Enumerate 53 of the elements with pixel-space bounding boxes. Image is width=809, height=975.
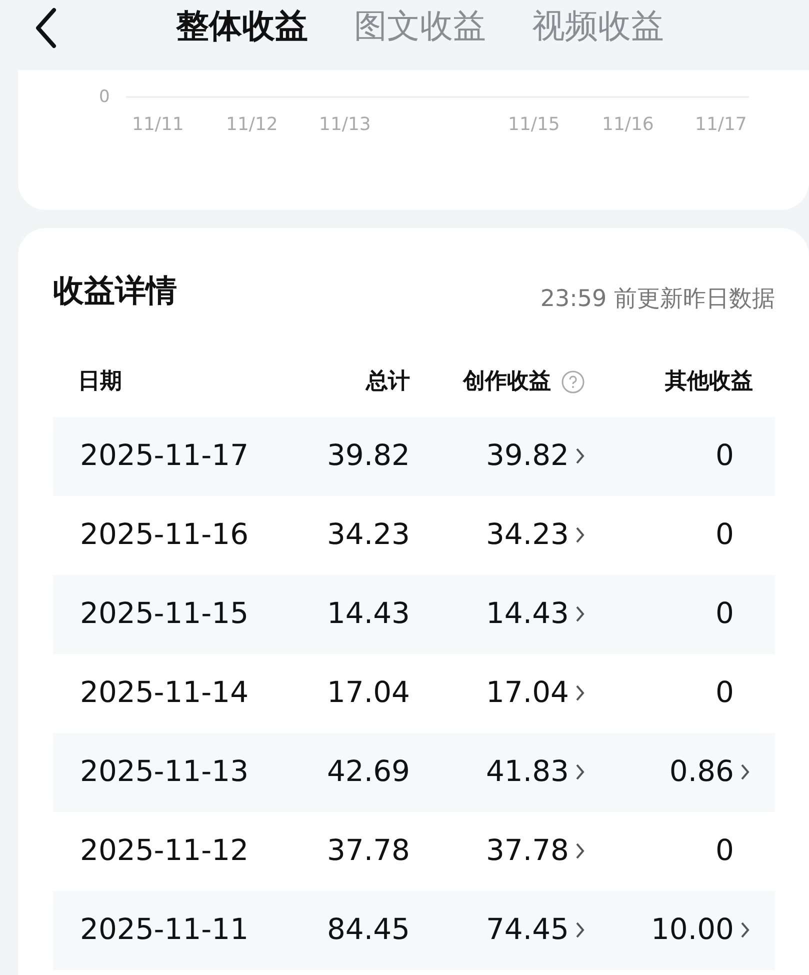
column-header: 总计 (366, 369, 410, 394)
table-cell: 39.82 (326, 438, 410, 472)
axis-label: 11/11 (132, 113, 184, 137)
table-cell-text: 37.78 (486, 832, 569, 870)
table-cell-text: 39.82 (486, 437, 569, 474)
axis-label: 11/17 (695, 113, 747, 137)
chevron-icon (575, 447, 585, 465)
axis-label: 11/15 (508, 113, 560, 137)
chevron-icon (740, 763, 750, 781)
table-cell-text: 0 (716, 595, 734, 632)
table-cell: 2025-11-11 (80, 912, 249, 946)
chevron-icon (575, 684, 585, 702)
update-note: 23:59 前更新昨日数据 (540, 285, 775, 314)
tab[interactable]: 整体收益 (176, 4, 308, 48)
section-title: 收益详情 (53, 272, 177, 311)
table-cell: 17.04 (326, 675, 410, 710)
table-cell-text: 0 (716, 516, 734, 554)
chevron-icon (575, 763, 585, 781)
table-cell-text: 34.23 (486, 516, 569, 554)
chevron-icon (575, 921, 585, 939)
table-cell: 14.43 (326, 596, 410, 630)
table-cell: 2025-11-14 (80, 675, 249, 710)
column-header: 日期 (78, 369, 122, 394)
tab[interactable]: 视频收益 (532, 4, 664, 48)
axis-label: 11/16 (602, 113, 654, 137)
chevron-icon (575, 526, 585, 544)
table-cell: 2025-11-16 (80, 517, 249, 552)
table-cell: 42.69 (326, 754, 410, 788)
table-cell-text: 74.45 (486, 911, 569, 948)
column-header: 其他收益 (665, 368, 753, 396)
axis-label: 0 (99, 86, 110, 109)
table-cell: 37.78 (326, 833, 410, 868)
table-cell-text: 0 (716, 674, 734, 712)
table-cell-text: 41.83 (486, 753, 569, 790)
table-cell: 84.45 (326, 912, 410, 946)
column-header: 创作收益 (463, 368, 551, 396)
table-cell: 2025-11-12 (80, 833, 249, 868)
table-cell-text: 14.43 (486, 595, 569, 632)
axis-label: 11/12 (226, 113, 278, 137)
chevron-icon (575, 605, 585, 623)
axis-label: 11/13 (319, 113, 371, 137)
table-cell-text: 10.00 (650, 911, 734, 948)
chevron-icon (575, 842, 585, 860)
table-cell: 34.23 (326, 517, 410, 552)
chevron-icon (740, 921, 750, 939)
table-cell-text: 17.04 (486, 674, 569, 712)
table-cell-text: 0 (716, 437, 734, 474)
tab[interactable]: 图文收益 (354, 4, 486, 48)
table-cell-text: 0 (716, 832, 734, 870)
table-cell-text: 0.86 (669, 753, 734, 790)
table-cell: 2025-11-17 (80, 438, 249, 472)
table-cell: 2025-11-15 (80, 596, 249, 630)
table-cell: 2025-11-13 (80, 754, 249, 788)
